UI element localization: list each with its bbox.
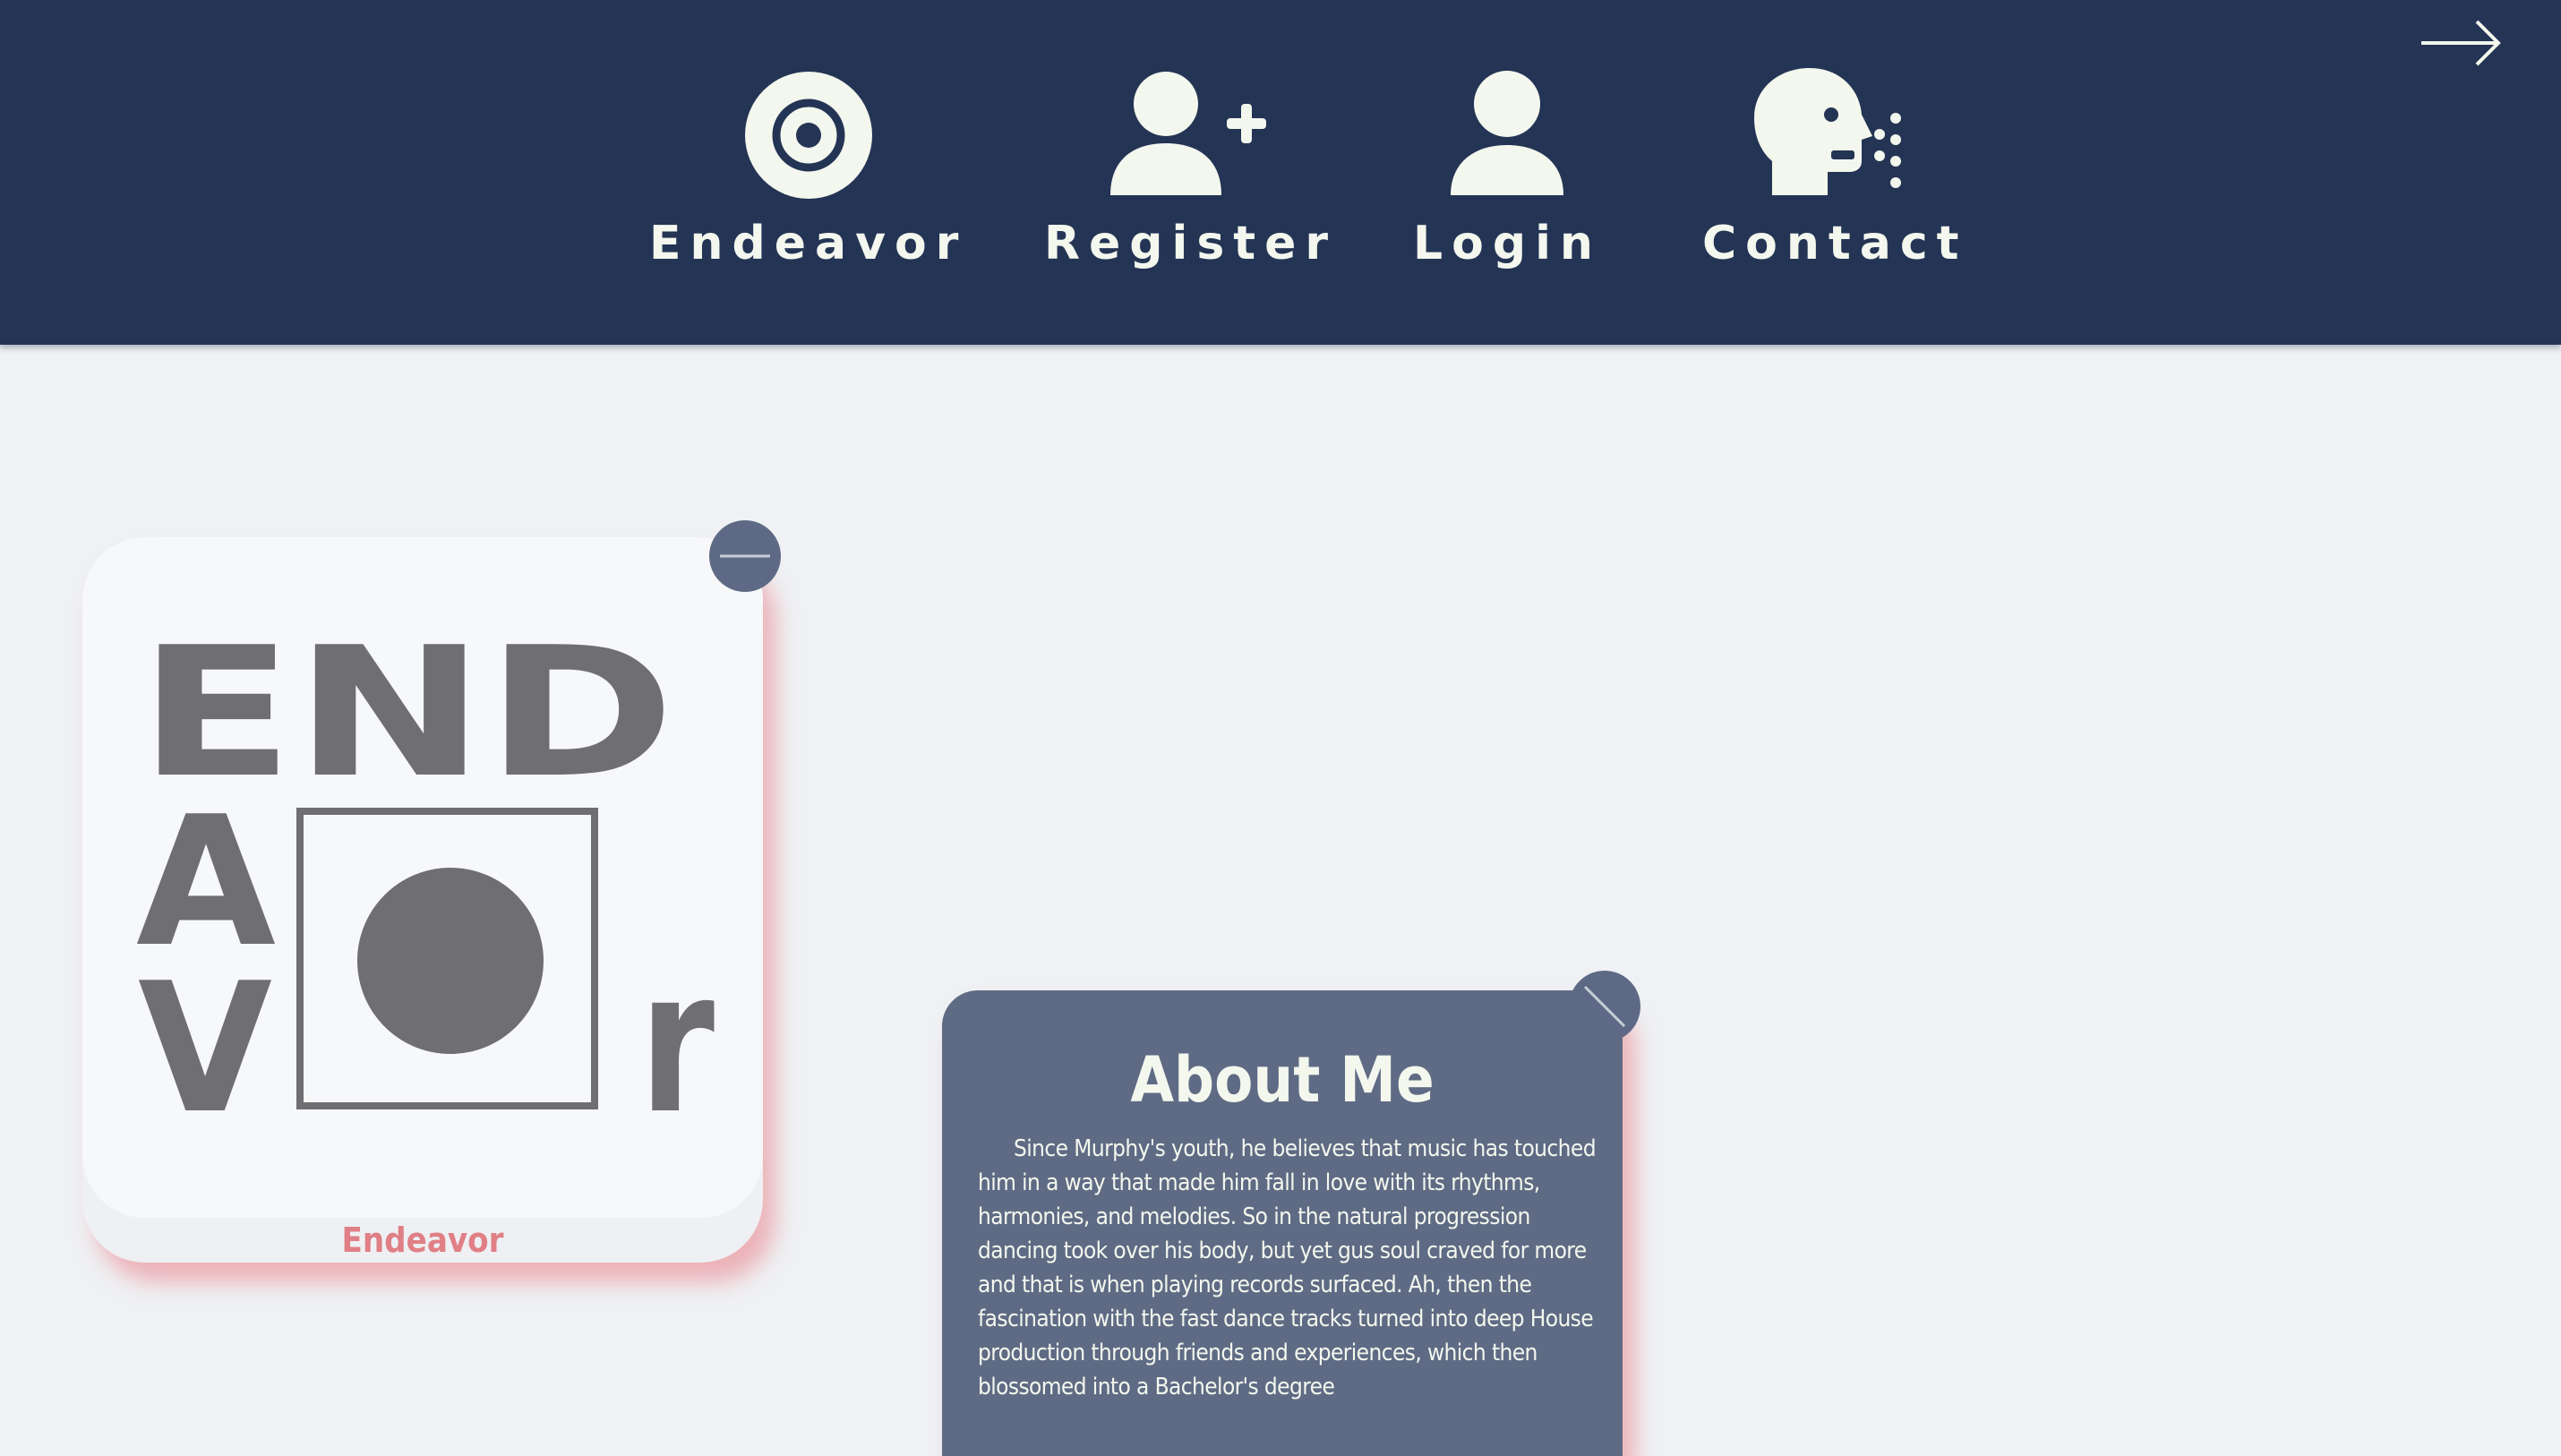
speaking-head-icon (1754, 68, 1902, 195)
logo-caption: Endeavor (341, 1220, 504, 1260)
target-icon (744, 72, 872, 199)
top-navbar: Endeavor Register Login Contact (0, 0, 2561, 345)
arrow-right-icon[interactable] (2418, 16, 2504, 70)
nav-item-register[interactable]: Register (1044, 68, 1337, 276)
toggle-button[interactable] (1569, 971, 1640, 1042)
nav-item-contact[interactable]: Contact (1702, 68, 1968, 276)
about-card: About Me Since Murphy's youth, he believ… (942, 990, 1623, 1456)
nav-label-endeavor: Endeavor (649, 217, 968, 270)
user-plus-icon (1109, 72, 1266, 195)
svg-text:V: V (138, 945, 272, 1153)
about-title: About Me (1130, 1043, 1435, 1117)
svg-text:r: r (639, 928, 715, 1157)
about-body-text: Since Murphy's youth, he believes that m… (978, 1135, 1597, 1400)
logo-card: END A V r Endeavor (82, 537, 763, 1263)
nav-label-register: Register (1044, 217, 1338, 270)
minus-icon (720, 554, 770, 558)
logo-card-image-area: END A V r (82, 537, 763, 1218)
slash-icon (1583, 985, 1626, 1028)
endeavor-logo: END A V r (136, 609, 715, 1157)
minimize-button[interactable] (709, 520, 781, 592)
user-icon (1451, 71, 1564, 195)
nav-item-login[interactable]: Login (1413, 68, 1602, 276)
nav-label-contact: Contact (1702, 217, 1968, 270)
nav-label-login: Login (1413, 217, 1602, 270)
nav-item-endeavor[interactable]: Endeavor (649, 68, 967, 276)
